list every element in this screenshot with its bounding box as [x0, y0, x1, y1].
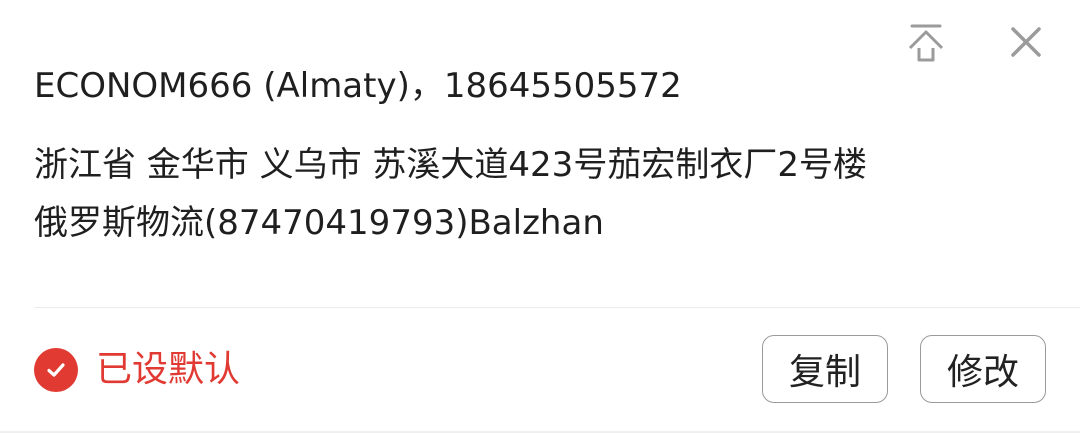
close-button[interactable]	[1000, 18, 1052, 70]
address-card: ECONOM666 (Almaty)，18645505572 浙江省 金华市 义…	[0, 0, 1080, 433]
default-label: 已设默认	[96, 349, 241, 390]
address-line-1: 浙江省 金华市 义乌市 苏溪大道423号茄宏制衣厂2号楼	[34, 145, 867, 185]
top-actions	[900, 18, 1052, 70]
recipient-name-phone: ECONOM666 (Almaty)，18645505572	[34, 66, 682, 106]
copy-button[interactable]: 复制	[762, 335, 888, 403]
address-text: 浙江省 金华市 义乌市 苏溪大道423号茄宏制衣厂2号楼 俄罗斯物流(87470…	[34, 136, 1044, 252]
pin-top-icon	[904, 20, 948, 68]
default-address-toggle[interactable]: 已设默认	[34, 346, 240, 394]
check-circle-icon	[34, 348, 78, 392]
divider	[34, 307, 1080, 308]
edit-button[interactable]: 修改	[920, 335, 1046, 403]
pin-top-button[interactable]	[900, 18, 952, 70]
close-icon	[1008, 24, 1044, 64]
address-line-2: 俄罗斯物流(87470419793)Balzhan	[34, 203, 604, 243]
